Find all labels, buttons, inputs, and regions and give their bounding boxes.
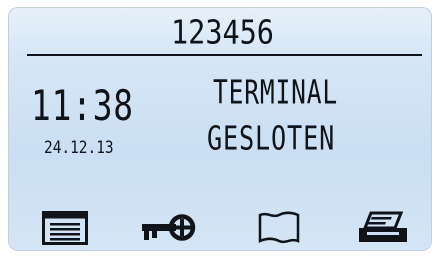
menu-list-icon[interactable] <box>42 211 88 245</box>
printer-icon[interactable] <box>357 211 409 245</box>
terminal-screen: 123456 11:38 24.12.13 TERMINAL GESLOTEN <box>8 7 432 251</box>
header-divider <box>27 54 422 56</box>
flag-icon[interactable] <box>257 211 301 245</box>
clock-date: 24.12.13 <box>44 138 114 158</box>
key-icon[interactable] <box>142 211 196 245</box>
status-line-2: GESLOTEN <box>207 120 336 159</box>
status-line-1: TERMINAL <box>213 74 339 113</box>
lcd-display: 123456 11:38 24.12.13 TERMINAL GESLOTEN <box>9 8 431 250</box>
terminal-id: 123456 <box>171 14 274 53</box>
clock-time: 11:38 <box>31 82 134 131</box>
